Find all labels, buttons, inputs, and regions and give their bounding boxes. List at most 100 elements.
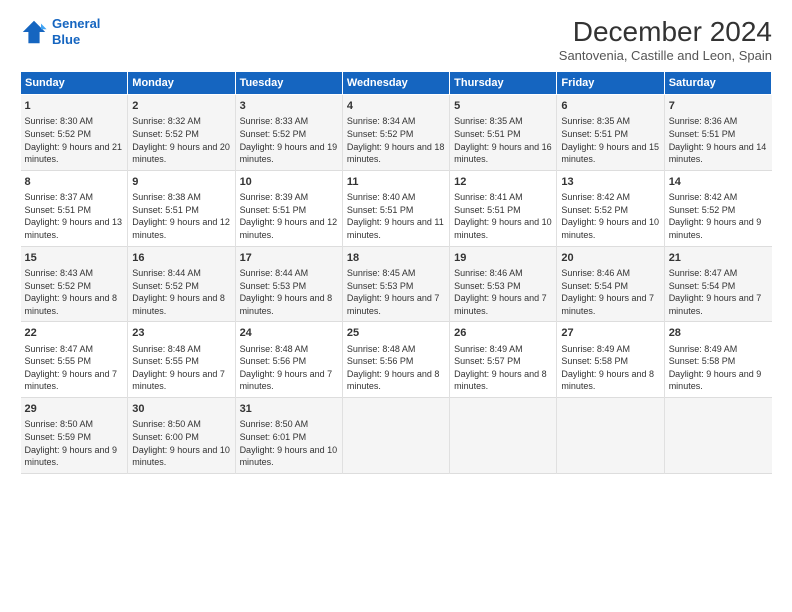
calendar-cell: 1Sunrise: 8:30 AMSunset: 5:52 PMDaylight… (21, 95, 128, 171)
day-number: 4 (347, 99, 445, 114)
calendar-cell: 6Sunrise: 8:35 AMSunset: 5:51 PMDaylight… (557, 95, 664, 171)
table-row: 15Sunrise: 8:43 AMSunset: 5:52 PMDayligh… (21, 246, 772, 322)
sunset-text: Sunset: 5:52 PM (561, 205, 628, 215)
daylight-text: Daylight: 9 hours and 8 minutes. (454, 369, 547, 392)
sunset-text: Sunset: 5:53 PM (240, 281, 307, 291)
calendar-cell: 10Sunrise: 8:39 AMSunset: 5:51 PMDayligh… (235, 170, 342, 246)
daylight-text: Daylight: 9 hours and 13 minutes. (25, 217, 123, 240)
calendar-cell: 11 Sunrise: 8:40 AM Sunset: 5:51 PM Dayligh… (342, 170, 449, 246)
calendar-cell: 2Sunrise: 8:32 AMSunset: 5:52 PMDaylight… (128, 95, 235, 171)
logo-icon (20, 18, 48, 46)
sunset-text: Sunset: 5:54 PM (561, 281, 628, 291)
sunset-text: Sunset: 5:51 PM (561, 129, 628, 139)
sunrise-text: Sunrise: 8:40 AM (347, 192, 416, 202)
day-number: 21 (669, 251, 768, 266)
daylight-text: Daylight: 9 hours and 19 minutes. (240, 142, 338, 165)
sunset-text: Sunset: 6:00 PM (132, 432, 199, 442)
sunrise-text: Sunrise: 8:37 AM (25, 192, 94, 202)
calendar-cell: 31Sunrise: 8:50 AMSunset: 6:01 PMDayligh… (235, 398, 342, 474)
daylight-text: Daylight: 9 hours and 7 minutes. (25, 369, 118, 392)
sunset-text: Sunset: 5:52 PM (132, 281, 199, 291)
day-number: 30 (132, 402, 230, 417)
sunset-text: Sunset: 5:56 PM (240, 356, 307, 366)
calendar-cell: 25Sunrise: 8:48 AMSunset: 5:56 PMDayligh… (342, 322, 449, 398)
sunset-text: Sunset: 5:51 PM (669, 129, 736, 139)
logo-text: General Blue (52, 16, 100, 47)
day-number: 13 (561, 175, 659, 190)
calendar-cell: 20Sunrise: 8:46 AMSunset: 5:54 PMDayligh… (557, 246, 664, 322)
calendar-cell: 29Sunrise: 8:50 AMSunset: 5:59 PMDayligh… (21, 398, 128, 474)
day-number: 17 (240, 251, 338, 266)
calendar-cell (664, 398, 771, 474)
sunrise-text: Sunrise: 8:45 AM (347, 268, 416, 278)
sunrise-text: Sunrise: 8:30 AM (25, 116, 94, 126)
sunrise-text: Sunrise: 8:35 AM (454, 116, 523, 126)
day-number: 11 (347, 175, 445, 190)
daylight-text: Daylight: 9 hours and 7 minutes. (454, 293, 547, 316)
calendar-cell (450, 398, 557, 474)
daylight-text: Daylight: 9 hours and 8 minutes. (132, 293, 225, 316)
table-row: 1Sunrise: 8:30 AMSunset: 5:52 PMDaylight… (21, 95, 772, 171)
day-number: 19 (454, 251, 552, 266)
calendar-cell: 13Sunrise: 8:42 AMSunset: 5:52 PMDayligh… (557, 170, 664, 246)
calendar-cell: 14Sunrise: 8:42 AMSunset: 5:52 PMDayligh… (664, 170, 771, 246)
sunrise-text: Sunrise: 8:48 AM (240, 344, 309, 354)
logo: General Blue (20, 16, 100, 47)
sunset-text: Sunset: 5:52 PM (132, 129, 199, 139)
daylight-text: Daylight: 9 hours and 7 minutes. (347, 293, 440, 316)
daylight-text: Daylight: 9 hours and 9 minutes. (669, 369, 762, 392)
table-row: 8Sunrise: 8:37 AMSunset: 5:51 PMDaylight… (21, 170, 772, 246)
sunset-text: Sunset: 5:53 PM (347, 281, 414, 291)
calendar-cell: 17Sunrise: 8:44 AMSunset: 5:53 PMDayligh… (235, 246, 342, 322)
daylight-text: Daylight: 9 hours and 10 minutes. (454, 217, 552, 240)
calendar-cell: 22Sunrise: 8:47 AMSunset: 5:55 PMDayligh… (21, 322, 128, 398)
day-number: 3 (240, 99, 338, 114)
day-number: 10 (240, 175, 338, 190)
day-number: 26 (454, 326, 552, 341)
daylight-text: Daylight: 9 hours and 7 minutes. (240, 369, 333, 392)
sunrise-text: Sunrise: 8:49 AM (669, 344, 738, 354)
calendar-cell: 3Sunrise: 8:33 AMSunset: 5:52 PMDaylight… (235, 95, 342, 171)
calendar-cell: 4Sunrise: 8:34 AMSunset: 5:52 PMDaylight… (342, 95, 449, 171)
day-number: 14 (669, 175, 768, 190)
col-monday: Monday (128, 72, 235, 95)
calendar-table: Sunday Monday Tuesday Wednesday Thursday… (20, 71, 772, 474)
page: General Blue December 2024 Santovenia, C… (0, 0, 792, 484)
calendar-cell: 8Sunrise: 8:37 AMSunset: 5:51 PMDaylight… (21, 170, 128, 246)
sunset-text: Sunset: 5:56 PM (347, 356, 414, 366)
daylight-text: Daylight: 9 hours and 7 minutes. (669, 293, 762, 316)
calendar-cell: 28Sunrise: 8:49 AMSunset: 5:58 PMDayligh… (664, 322, 771, 398)
daylight-text: Daylight: 9 hours and 21 minutes. (25, 142, 123, 165)
sunrise-text: Sunrise: 8:39 AM (240, 192, 309, 202)
daylight-text: Daylight: 9 hours and 8 minutes. (25, 293, 118, 316)
logo-general: General (52, 16, 100, 31)
day-number: 23 (132, 326, 230, 341)
sunset-text: Sunset: 5:57 PM (454, 356, 521, 366)
sunset-text: Sunset: 5:54 PM (669, 281, 736, 291)
day-number: 5 (454, 99, 552, 114)
calendar-cell: 7Sunrise: 8:36 AMSunset: 5:51 PMDaylight… (664, 95, 771, 171)
calendar-cell: 30Sunrise: 8:50 AMSunset: 6:00 PMDayligh… (128, 398, 235, 474)
col-friday: Friday (557, 72, 664, 95)
sunrise-text: Sunrise: 8:42 AM (669, 192, 738, 202)
logo-blue-text: Blue (52, 32, 80, 47)
sunrise-text: Sunrise: 8:48 AM (347, 344, 416, 354)
sunset-text: Sunset: 5:52 PM (25, 281, 92, 291)
daylight-text: Daylight: 9 hours and 12 minutes. (132, 217, 230, 240)
daylight-text: Daylight: 9 hours and 9 minutes. (25, 445, 118, 468)
sunrise-text: Sunrise: 8:44 AM (132, 268, 201, 278)
sunset-text: Sunset: 5:51 PM (454, 129, 521, 139)
calendar-cell: 12Sunrise: 8:41 AMSunset: 5:51 PMDayligh… (450, 170, 557, 246)
sunset-text: Sunset: 6:01 PM (240, 432, 307, 442)
calendar-cell: 19Sunrise: 8:46 AMSunset: 5:53 PMDayligh… (450, 246, 557, 322)
daylight-text: Daylight: 9 hours and 14 minutes. (669, 142, 767, 165)
sunset-text: Sunset: 5:51 PM (347, 205, 414, 215)
calendar-cell: 26Sunrise: 8:49 AMSunset: 5:57 PMDayligh… (450, 322, 557, 398)
calendar-cell: 9Sunrise: 8:38 AMSunset: 5:51 PMDaylight… (128, 170, 235, 246)
calendar-cell: 23Sunrise: 8:48 AMSunset: 5:55 PMDayligh… (128, 322, 235, 398)
calendar-cell: 16Sunrise: 8:44 AMSunset: 5:52 PMDayligh… (128, 246, 235, 322)
sunset-text: Sunset: 5:51 PM (240, 205, 307, 215)
subtitle: Santovenia, Castille and Leon, Spain (559, 48, 772, 63)
daylight-text: Daylight: 9 hours and 11 minutes. (347, 217, 444, 240)
day-number: 20 (561, 251, 659, 266)
